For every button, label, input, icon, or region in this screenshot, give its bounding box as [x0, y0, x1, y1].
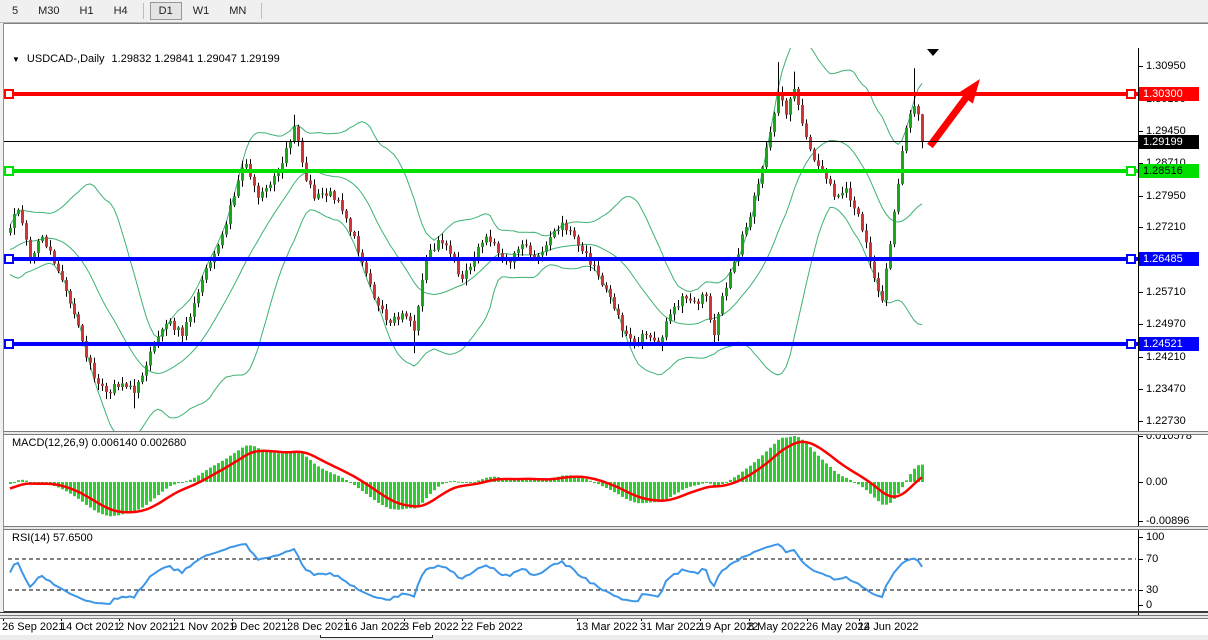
chart-title: ▼ USDCAD-,Daily 1.29832 1.29841 1.29047 …: [12, 53, 280, 65]
macd-indicator-label: MACD(12,26,9) 0.006140 0.002680: [12, 437, 186, 449]
price-badge-1.29199: 1.29199: [1139, 135, 1199, 149]
date-axis-label: 28 Dec 2021: [287, 621, 349, 633]
rsi-indicator-label: RSI(14) 57.6500: [12, 532, 93, 544]
hline-1.26485[interactable]: [4, 257, 1138, 261]
hline-handle-left-1.28516[interactable]: [4, 166, 14, 176]
date-axis-label: 22 Feb 2022: [461, 621, 523, 633]
rsi-axis-label: 30: [1146, 584, 1158, 596]
date-axis-label: 14 Oct 2021: [60, 621, 120, 633]
price-axis-label: 1.27210: [1146, 221, 1186, 233]
candlestick-chart-svg[interactable]: [0, 48, 1138, 432]
chart-title-symbol: USDCAD-,Daily: [27, 53, 105, 65]
price-badge-1.26485: 1.26485: [1139, 252, 1199, 266]
rsi-axis-label: 100: [1146, 531, 1164, 543]
date-axis-label: 13 Mar 2022: [576, 621, 638, 633]
timeframe-button-D1[interactable]: D1: [150, 2, 182, 20]
date-axis-label: 14 Jun 2022: [858, 621, 919, 633]
hline-handle-right-1.24521[interactable]: [1126, 339, 1136, 349]
timeframe-button-M30[interactable]: M30: [29, 2, 68, 20]
mt4-application-window: 5M30H1H4 D1W1MN ▼ USDCAD-,Daily 1.29832 1…: [0, 0, 1208, 640]
panel-separator[interactable]: [0, 431, 1208, 435]
panel-separator: [0, 615, 1208, 619]
rsi-axis-label: 0: [1146, 599, 1152, 611]
price-axis-label: 1.24210: [1146, 351, 1186, 363]
price-axis-label: 1.24970: [1146, 318, 1186, 330]
date-axis-label: 16 Jan 2022: [345, 621, 406, 633]
timeframe-toolbar: 5M30H1H4 D1W1MN: [0, 0, 1208, 23]
hline-1.303[interactable]: [4, 92, 1138, 96]
window-bottom-border: [0, 611, 1208, 613]
hline-1.24521[interactable]: [4, 342, 1138, 346]
toolbar-separator: [261, 3, 262, 19]
hline-1.29199[interactable]: [4, 141, 1138, 142]
chart-title-ohlc: 1.29832 1.29841 1.29047 1.29199: [112, 53, 280, 65]
chart-window: ▼ USDCAD-,Daily 1.29832 1.29841 1.29047 …: [0, 23, 1208, 613]
hline-1.28516[interactable]: [4, 169, 1138, 173]
price-badge-1.24521: 1.24521: [1139, 337, 1199, 351]
price-badge-1.28516: 1.28516: [1139, 164, 1199, 178]
rsi-axis-label: 70: [1146, 553, 1158, 565]
window-left-edge: [0, 23, 4, 612]
price-axis-label: 1.30950: [1146, 60, 1186, 72]
date-axis-label: 3 Feb 2022: [403, 621, 459, 633]
hline-handle-right-1.26485[interactable]: [1126, 254, 1136, 264]
timeframe-button-H1[interactable]: H1: [71, 2, 103, 20]
price-axis-border: [1138, 48, 1139, 616]
date-axis: 26 Sep 202114 Oct 20212 Nov 202121 Nov 2…: [0, 617, 1208, 635]
price-axis-label: 1.22730: [1146, 415, 1186, 427]
date-axis-label: 26 Sep 2021: [2, 621, 64, 633]
date-axis-label: 31 Mar 2022: [640, 621, 702, 633]
price-badge-1.30300: 1.30300: [1139, 87, 1199, 101]
date-axis-label: 2 Nov 2021: [118, 621, 174, 633]
date-axis-label: 8 May 2022: [748, 621, 805, 633]
price-axis-label: 1.25710: [1146, 286, 1186, 298]
timeframe-button-W1[interactable]: W1: [184, 2, 219, 20]
hline-handle-right-1.303[interactable]: [1126, 89, 1136, 99]
hline-handle-right-1.28516[interactable]: [1126, 166, 1136, 176]
rsi-chart-svg[interactable]: [0, 530, 1138, 616]
price-axis-label: 1.27950: [1146, 190, 1186, 202]
hline-handle-left-1.303[interactable]: [4, 89, 14, 99]
panel-separator[interactable]: [0, 526, 1208, 530]
timeframe-button-MN[interactable]: MN: [220, 2, 255, 20]
date-axis-label: 21 Nov 2021: [173, 621, 235, 633]
price-axis-label: 1.23470: [1146, 383, 1186, 395]
timeframe-button-5[interactable]: 5: [3, 2, 27, 20]
toolbar-separator: [143, 3, 144, 19]
hline-handle-left-1.26485[interactable]: [4, 254, 14, 264]
timeframe-button-H4[interactable]: H4: [105, 2, 137, 20]
symbol-dropdown-icon[interactable]: ▼: [12, 55, 20, 64]
macd-axis-label: 0.00: [1146, 476, 1167, 488]
date-axis-label: 9 Dec 2021: [231, 621, 287, 633]
hline-handle-left-1.24521[interactable]: [4, 339, 14, 349]
